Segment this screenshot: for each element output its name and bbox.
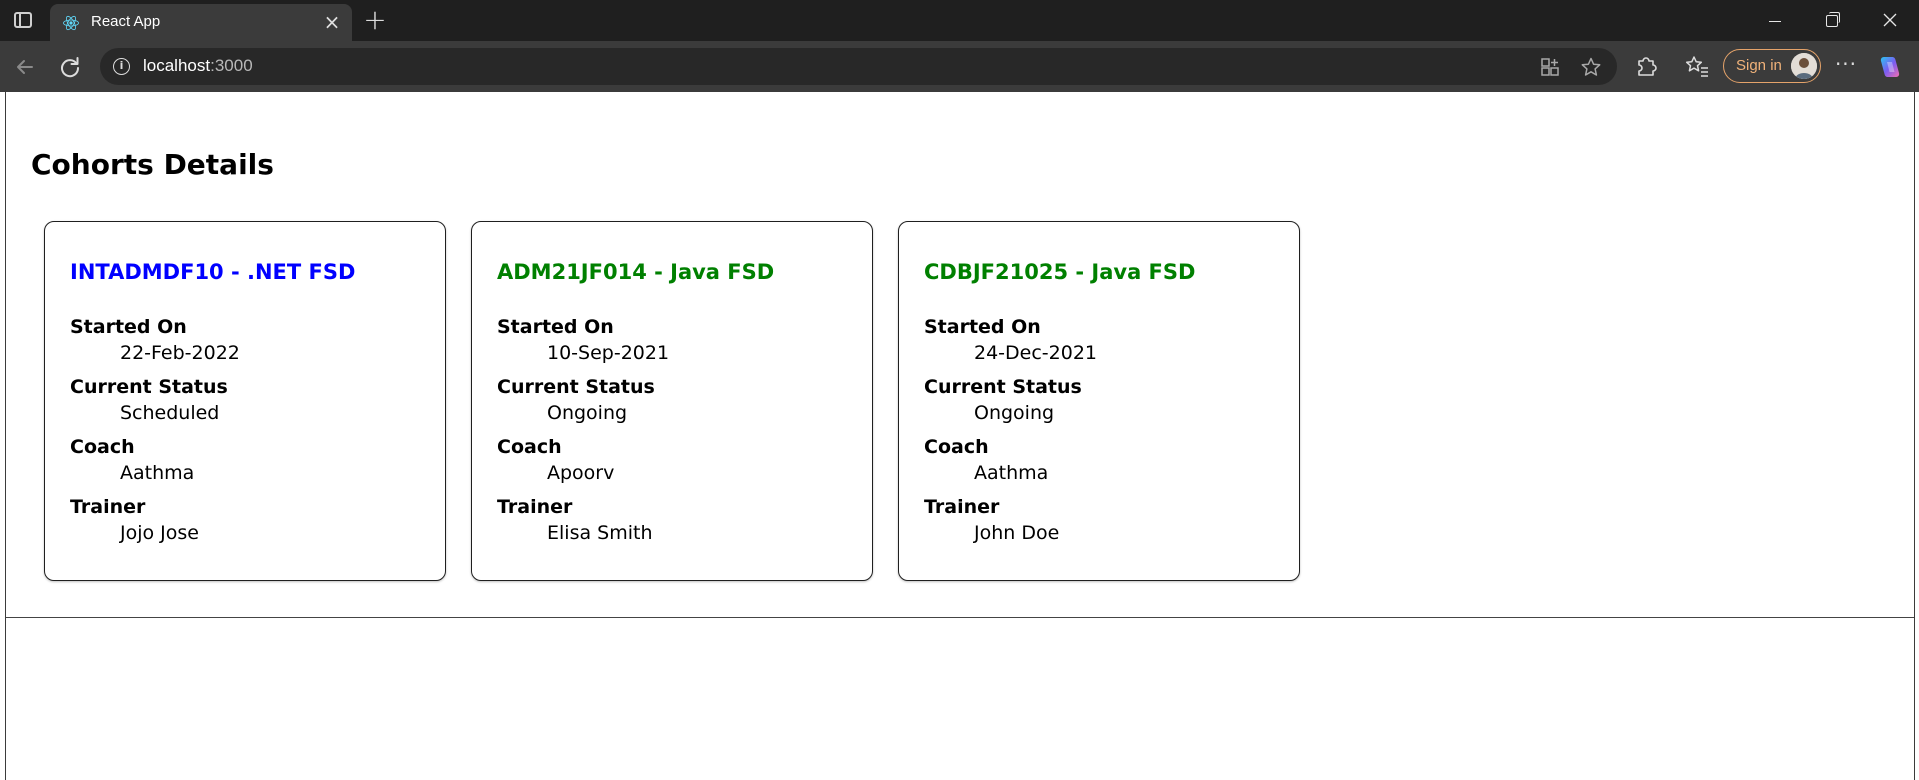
tab-actions-icon[interactable] <box>12 10 36 32</box>
cohort-card: INTADMDF10 - .NET FSD Started On 22-Feb-… <box>44 221 446 581</box>
profile-avatar-icon <box>1791 53 1817 79</box>
close-window-icon[interactable] <box>1862 0 1918 41</box>
url-port: :3000 <box>210 56 253 75</box>
url-host: localhost <box>143 56 211 75</box>
favorites-icon[interactable] <box>1684 53 1710 79</box>
current-status-value: Ongoing <box>547 402 628 424</box>
cohort-details: Started On 24-Dec-2021 Current Status On… <box>924 314 1097 554</box>
url-text[interactable]: localhost:3000 <box>143 56 253 76</box>
cohort-details: Started On 10-Sep-2021 Current Status On… <box>497 314 669 554</box>
browser-toolbar: i localhost:3000 Sign in ··· <box>0 41 1919 92</box>
coach-value: Aathma <box>120 462 195 484</box>
started-on-label: Started On <box>497 316 614 338</box>
favorite-star-icon[interactable] <box>1580 56 1602 78</box>
page-title: Cohorts Details <box>31 148 274 181</box>
sign-in-label: Sign in <box>1736 57 1782 74</box>
app-container: Cohorts Details INTADMDF10 - .NET FSD St… <box>6 92 1914 618</box>
coach-value: Aathma <box>974 462 1049 484</box>
current-status-value: Ongoing <box>974 402 1055 424</box>
address-bar[interactable]: i localhost:3000 <box>100 48 1617 85</box>
trainer-label: Trainer <box>924 496 1000 518</box>
sign-in-button[interactable]: Sign in <box>1723 49 1821 83</box>
copilot-icon[interactable] <box>1876 53 1904 81</box>
current-status-label: Current Status <box>70 376 228 398</box>
cohort-card: ADM21JF014 - Java FSD Started On 10-Sep-… <box>471 221 873 581</box>
started-on-value: 22-Feb-2022 <box>120 342 240 364</box>
tab-title: React App <box>91 13 161 30</box>
cohort-title: CDBJF21025 - Java FSD <box>924 260 1196 284</box>
tab-react-app[interactable]: React App × <box>50 4 352 41</box>
reload-icon[interactable] <box>55 52 85 82</box>
cohort-title: ADM21JF014 - Java FSD <box>497 260 775 284</box>
page-viewport: Cohorts Details INTADMDF10 - .NET FSD St… <box>5 92 1915 780</box>
started-on-value: 24-Dec-2021 <box>974 342 1098 364</box>
coach-value: Apoorv <box>547 462 615 484</box>
cohort-card: CDBJF21025 - Java FSD Started On 24-Dec-… <box>898 221 1300 581</box>
started-on-label: Started On <box>70 316 187 338</box>
site-info-icon[interactable]: i <box>113 58 130 75</box>
back-arrow-icon[interactable] <box>10 52 40 82</box>
trainer-value: John Doe <box>974 522 1060 544</box>
tab-close-icon[interactable]: × <box>320 10 344 34</box>
current-status-label: Current Status <box>924 376 1082 398</box>
current-status-value: Scheduled <box>120 402 220 424</box>
restore-window-icon[interactable] <box>1804 0 1860 41</box>
minimize-window-icon[interactable] <box>1747 0 1803 41</box>
started-on-value: 10-Sep-2021 <box>547 342 670 364</box>
trainer-label: Trainer <box>497 496 573 518</box>
trainer-value: Elisa Smith <box>547 522 653 544</box>
trainer-label: Trainer <box>70 496 146 518</box>
extensions-puzzle-icon[interactable] <box>1633 53 1659 79</box>
cohort-details: Started On 22-Feb-2022 Current Status Sc… <box>70 314 240 554</box>
current-status-label: Current Status <box>497 376 655 398</box>
coach-label: Coach <box>497 436 562 458</box>
react-favicon-icon <box>63 15 79 31</box>
new-tab-icon[interactable]: + <box>360 6 390 36</box>
coach-label: Coach <box>924 436 989 458</box>
cohort-title: INTADMDF10 - .NET FSD <box>70 260 356 284</box>
browser-tab-strip: React App × + <box>0 0 1919 41</box>
app-available-icon[interactable] <box>1539 56 1561 78</box>
started-on-label: Started On <box>924 316 1041 338</box>
coach-label: Coach <box>70 436 135 458</box>
more-options-icon[interactable]: ··· <box>1831 53 1861 79</box>
trainer-value: Jojo Jose <box>120 522 199 544</box>
